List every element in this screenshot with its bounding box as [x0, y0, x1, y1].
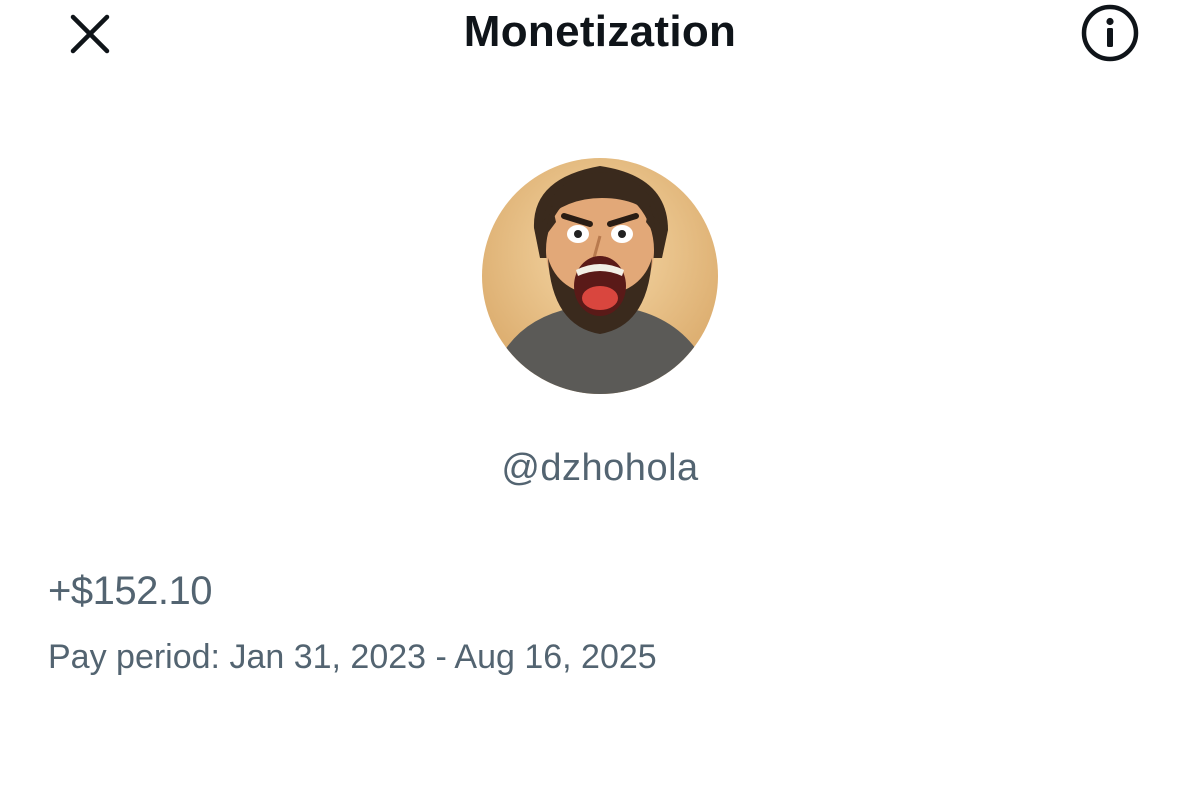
- info-button[interactable]: [1080, 3, 1140, 63]
- avatar: [482, 158, 718, 394]
- pay-period: Pay period: Jan 31, 2023 - Aug 16, 2025: [48, 638, 657, 676]
- page-title: Monetization: [463, 7, 737, 56]
- user-handle: @dzhohola: [501, 447, 699, 489]
- top-bar: Monetization: [0, 0, 1200, 70]
- earnings-amount: +$152.10: [48, 569, 212, 613]
- avatar-image: [482, 158, 718, 394]
- info-icon: [1081, 4, 1139, 62]
